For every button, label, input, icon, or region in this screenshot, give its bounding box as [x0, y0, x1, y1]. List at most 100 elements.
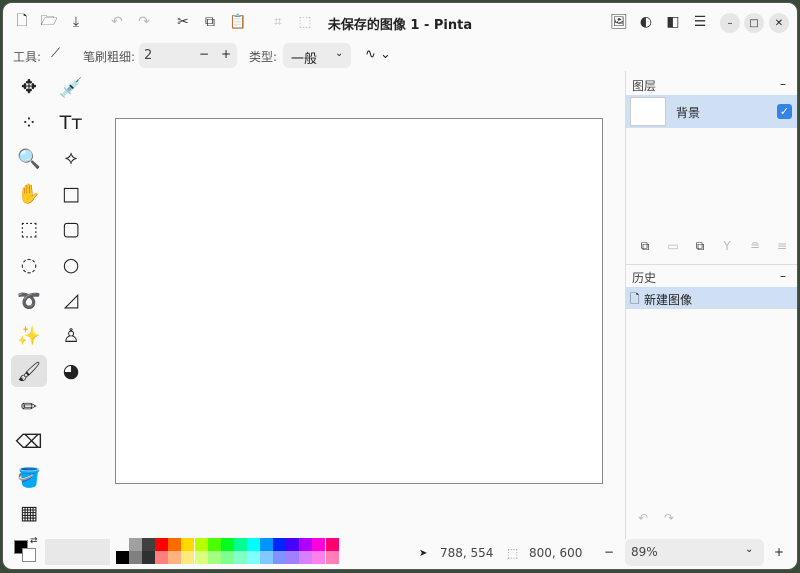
freeform-shape-icon: ◿: [63, 289, 79, 311]
tool-clone-stamp[interactable]: ♙: [53, 320, 89, 352]
palette-swatch[interactable]: [233, 551, 247, 564]
palette-swatch[interactable]: [181, 551, 195, 564]
palette-swatch[interactable]: [155, 551, 169, 564]
paintbrush-icon: ⟋: [51, 46, 61, 61]
secondary-color-swatch[interactable]: [22, 548, 36, 562]
tool-zoom[interactable]: 🔍: [11, 142, 47, 174]
move-down-icon[interactable]: ≡: [771, 235, 793, 257]
zoom-icon: 🔍: [17, 147, 41, 170]
type-dropdown[interactable]: 一般 ⌄: [283, 43, 351, 68]
palette-swatch[interactable]: [168, 538, 182, 551]
tool-gradient[interactable]: ▦: [11, 497, 47, 529]
palette-swatch[interactable]: [142, 538, 156, 551]
layer-visibility-checkbox[interactable]: ✓: [777, 104, 792, 119]
tool-color-picker[interactable]: 💉: [53, 71, 89, 103]
tool-pan[interactable]: ✋: [11, 178, 47, 210]
paint-bucket-icon: 🪣: [17, 467, 41, 489]
tool-ellipse-select[interactable]: ◌: [11, 249, 47, 281]
antialiasing-dropdown[interactable]: ∿ ⌄: [365, 47, 391, 62]
tool-rounded-rectangle[interactable]: ▢: [53, 213, 89, 245]
ellipse-icon: ○: [62, 253, 80, 276]
history-collapse[interactable]: –: [780, 269, 786, 283]
move-up-icon[interactable]: ≘: [744, 235, 766, 257]
duplicate-layer-icon[interactable]: ⧉: [689, 235, 711, 257]
rectangle-icon: □: [62, 182, 80, 205]
palette-swatch[interactable]: [207, 551, 221, 564]
tool-rectangle[interactable]: □: [53, 178, 89, 210]
history-undo-icon[interactable]: ↶: [638, 511, 648, 525]
decrease-button[interactable]: −: [199, 47, 209, 61]
zoom-in-button[interactable]: +: [774, 545, 784, 559]
tool-pencil[interactable]: ✏: [11, 391, 47, 423]
ellipse-select-icon: ◌: [20, 253, 38, 276]
tool-lasso-select[interactable]: ➰: [11, 284, 47, 316]
adjustments-icon[interactable]: ◐: [635, 11, 657, 33]
image-menu-icon[interactable]: 🖼: [608, 11, 630, 33]
tool-move-selected[interactable]: ✥: [11, 71, 47, 103]
tool-paint-bucket[interactable]: 🪣: [11, 462, 47, 494]
merge-down-icon[interactable]: Y: [716, 235, 738, 257]
palette-swatch[interactable]: [220, 538, 234, 551]
tool-paintbrush[interactable]: 🖌: [11, 355, 47, 387]
tool-magic-wand[interactable]: ✨: [11, 320, 47, 352]
lasso-select-icon: ➰: [17, 289, 41, 312]
palette-swatch[interactable]: [194, 538, 208, 551]
tool-label: 工具:: [13, 50, 42, 64]
add-layer-icon[interactable]: ⧉: [634, 235, 656, 257]
brush-width-value[interactable]: 2: [144, 48, 152, 63]
palette-swatch[interactable]: [312, 538, 326, 551]
maximize-button[interactable]: □: [744, 13, 764, 33]
palette-swatch[interactable]: [260, 551, 273, 564]
palette-swatch[interactable]: [246, 551, 260, 564]
palette-black[interactable]: [116, 551, 129, 564]
tool-recolor[interactable]: ◕: [53, 355, 89, 387]
palette-swatch[interactable]: [246, 538, 260, 551]
palette-swatch[interactable]: [207, 538, 221, 551]
type-label: 类型:: [249, 50, 278, 64]
palette-swatch[interactable]: [286, 551, 300, 564]
palette-swatch[interactable]: [155, 538, 169, 551]
palette-swatch[interactable]: [233, 538, 247, 551]
layers-collapse[interactable]: –: [780, 77, 786, 91]
tool-rectangle-select[interactable]: ⬚: [11, 213, 47, 245]
palette-swatch[interactable]: [220, 551, 234, 564]
tool-text[interactable]: Tт: [53, 107, 89, 139]
layer-row[interactable]: 背景 ✓: [626, 95, 797, 128]
brush-width-stepper[interactable]: 2 − +: [139, 43, 237, 68]
close-button[interactable]: ✕: [769, 13, 789, 33]
tool-freeform-shape[interactable]: ◿: [53, 284, 89, 316]
effects-icon[interactable]: ◧: [662, 11, 684, 33]
rounded-rectangle-icon: ▢: [62, 218, 80, 240]
tool-ellipse[interactable]: ○: [53, 249, 89, 281]
zoom-dropdown[interactable]: 89% ⌄: [625, 539, 764, 566]
image-canvas[interactable]: [115, 118, 603, 484]
increase-button[interactable]: +: [221, 47, 231, 61]
palette-swatch[interactable]: [325, 538, 339, 551]
palette-swatch[interactable]: [129, 538, 142, 551]
delete-layer-icon[interactable]: ▭: [662, 235, 684, 257]
palette-swatch[interactable]: [286, 538, 300, 551]
palette-swatch[interactable]: [194, 551, 208, 564]
palette-swatch[interactable]: [142, 551, 156, 564]
tool-eraser[interactable]: ⌫: [11, 426, 47, 458]
palette-swatch[interactable]: [273, 538, 287, 551]
zoom-out-button[interactable]: −: [604, 545, 614, 559]
palette-swatch[interactable]: [181, 538, 195, 551]
tool-line-curve[interactable]: ⟡: [53, 142, 89, 174]
layers-title: 图层: [632, 79, 657, 93]
zoom-value[interactable]: 89%: [631, 545, 658, 559]
main-menu-icon[interactable]: ☰: [689, 11, 711, 33]
palette-swatch[interactable]: [168, 551, 182, 564]
palette-swatch[interactable]: [260, 538, 273, 551]
history-redo-icon[interactable]: ↷: [664, 511, 674, 525]
palette-swatch[interactable]: [312, 551, 326, 564]
palette-swatch[interactable]: [299, 551, 313, 564]
palette-swatch[interactable]: [129, 551, 142, 564]
swap-colors-icon[interactable]: ⇄: [30, 536, 38, 546]
history-item[interactable]: 🗋 新建图像: [626, 287, 797, 309]
palette-swatch[interactable]: [273, 551, 287, 564]
palette-swatch[interactable]: [299, 538, 313, 551]
tool-move-selection[interactable]: ⁘: [11, 107, 47, 139]
minimize-button[interactable]: –: [720, 13, 740, 33]
palette-swatch[interactable]: [325, 551, 339, 564]
